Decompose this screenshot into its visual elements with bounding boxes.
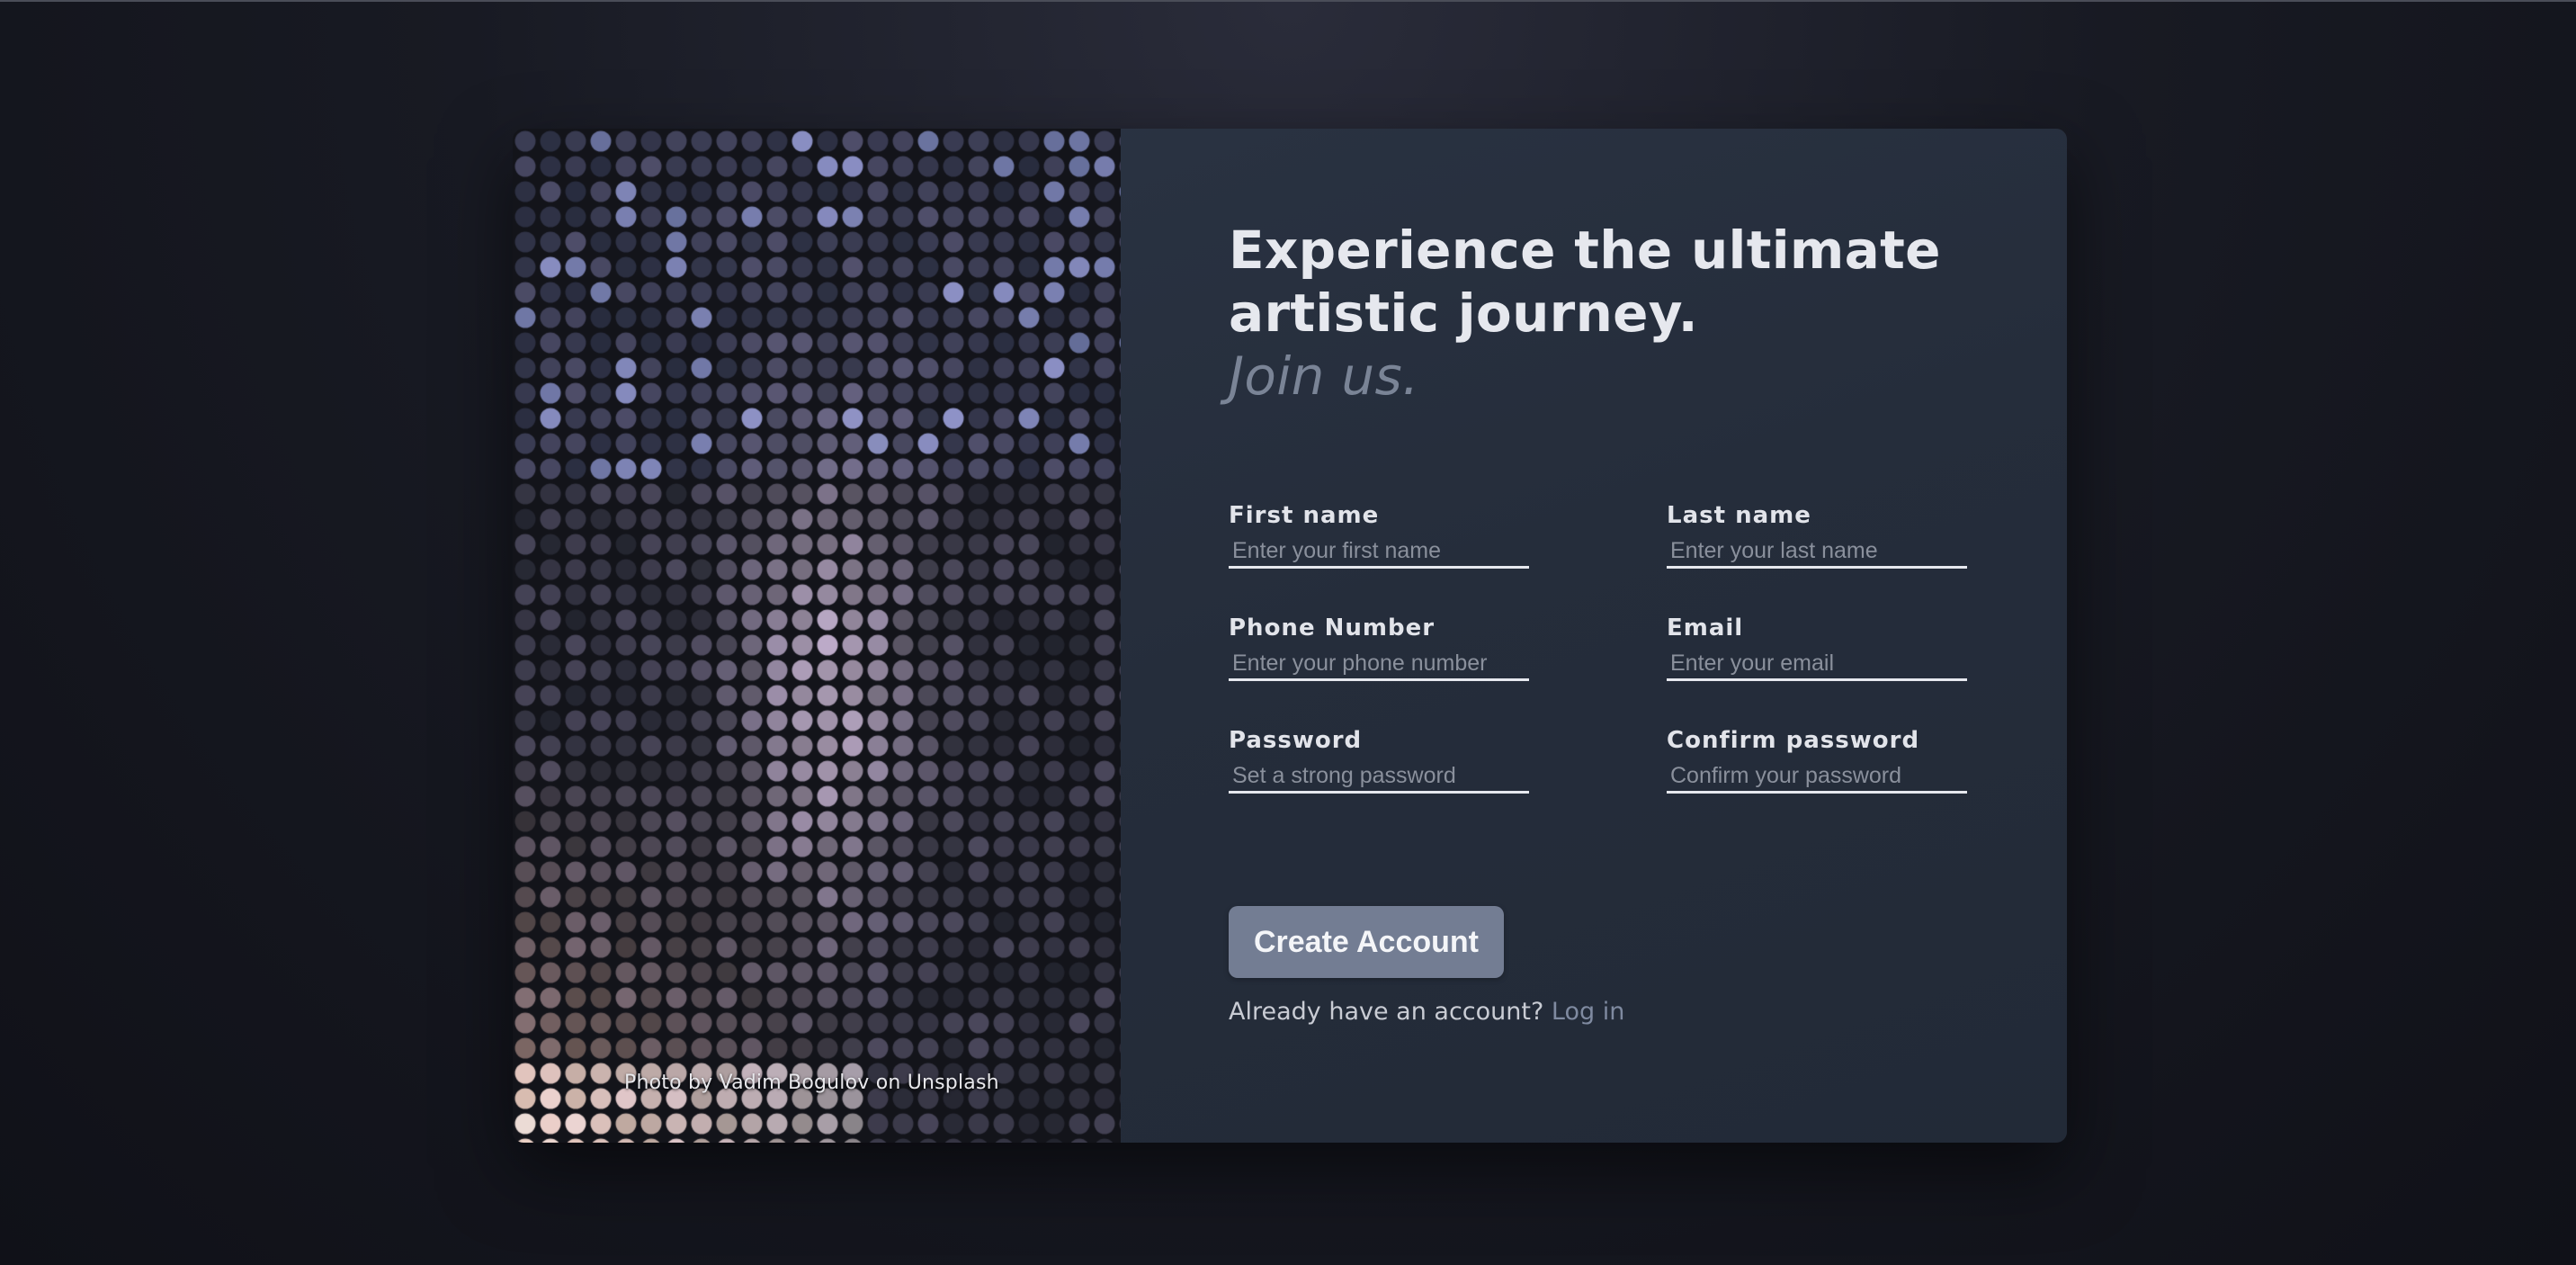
password-input[interactable] bbox=[1229, 761, 1529, 794]
password-field: Password bbox=[1229, 725, 1529, 794]
phone-number-field: Phone Number bbox=[1229, 613, 1529, 681]
confirm-password-label: Confirm password bbox=[1667, 727, 1920, 754]
headline-line-1: Experience the ultimate bbox=[1229, 220, 1941, 281]
photo-credit: Photo by Vadim Bogulov on Unsplash bbox=[624, 1072, 999, 1094]
mosaic-photo-image bbox=[513, 129, 1121, 1143]
last-name-input[interactable] bbox=[1667, 536, 1967, 569]
create-account-button[interactable]: Create Account bbox=[1229, 906, 1504, 978]
login-link[interactable]: Log in bbox=[1552, 998, 1624, 1026]
last-name-label: Last name bbox=[1667, 502, 1811, 529]
login-prompt: Already have an account? Log in bbox=[1229, 998, 1624, 1026]
login-prompt-text: Already have an account? bbox=[1229, 998, 1544, 1026]
email-input[interactable] bbox=[1667, 649, 1967, 681]
confirm-password-field: Confirm password bbox=[1667, 725, 1967, 794]
hero-photo: Photo by Vadim Bogulov on Unsplash bbox=[513, 129, 1121, 1143]
signup-card: Photo by Vadim Bogulov on Unsplash Exper… bbox=[513, 129, 2067, 1143]
first-name-input[interactable] bbox=[1229, 536, 1529, 569]
headline-tagline: Join us. bbox=[1229, 345, 1419, 407]
password-label: Password bbox=[1229, 727, 1363, 754]
signup-form-panel: Experience the ultimate artistic journey… bbox=[1229, 129, 2020, 1143]
phone-number-label: Phone Number bbox=[1229, 615, 1436, 641]
first-name-field: First name bbox=[1229, 500, 1529, 569]
window-top-border bbox=[0, 0, 2576, 2]
confirm-password-input[interactable] bbox=[1667, 761, 1967, 794]
email-label: Email bbox=[1667, 615, 1744, 641]
first-name-label: First name bbox=[1229, 502, 1380, 529]
last-name-field: Last name bbox=[1667, 500, 1967, 569]
headline: Experience the ultimate artistic journey… bbox=[1229, 219, 1941, 408]
email-field: Email bbox=[1667, 613, 1967, 681]
headline-line-2: artistic journey. bbox=[1229, 283, 1698, 344]
phone-number-input[interactable] bbox=[1229, 649, 1529, 681]
